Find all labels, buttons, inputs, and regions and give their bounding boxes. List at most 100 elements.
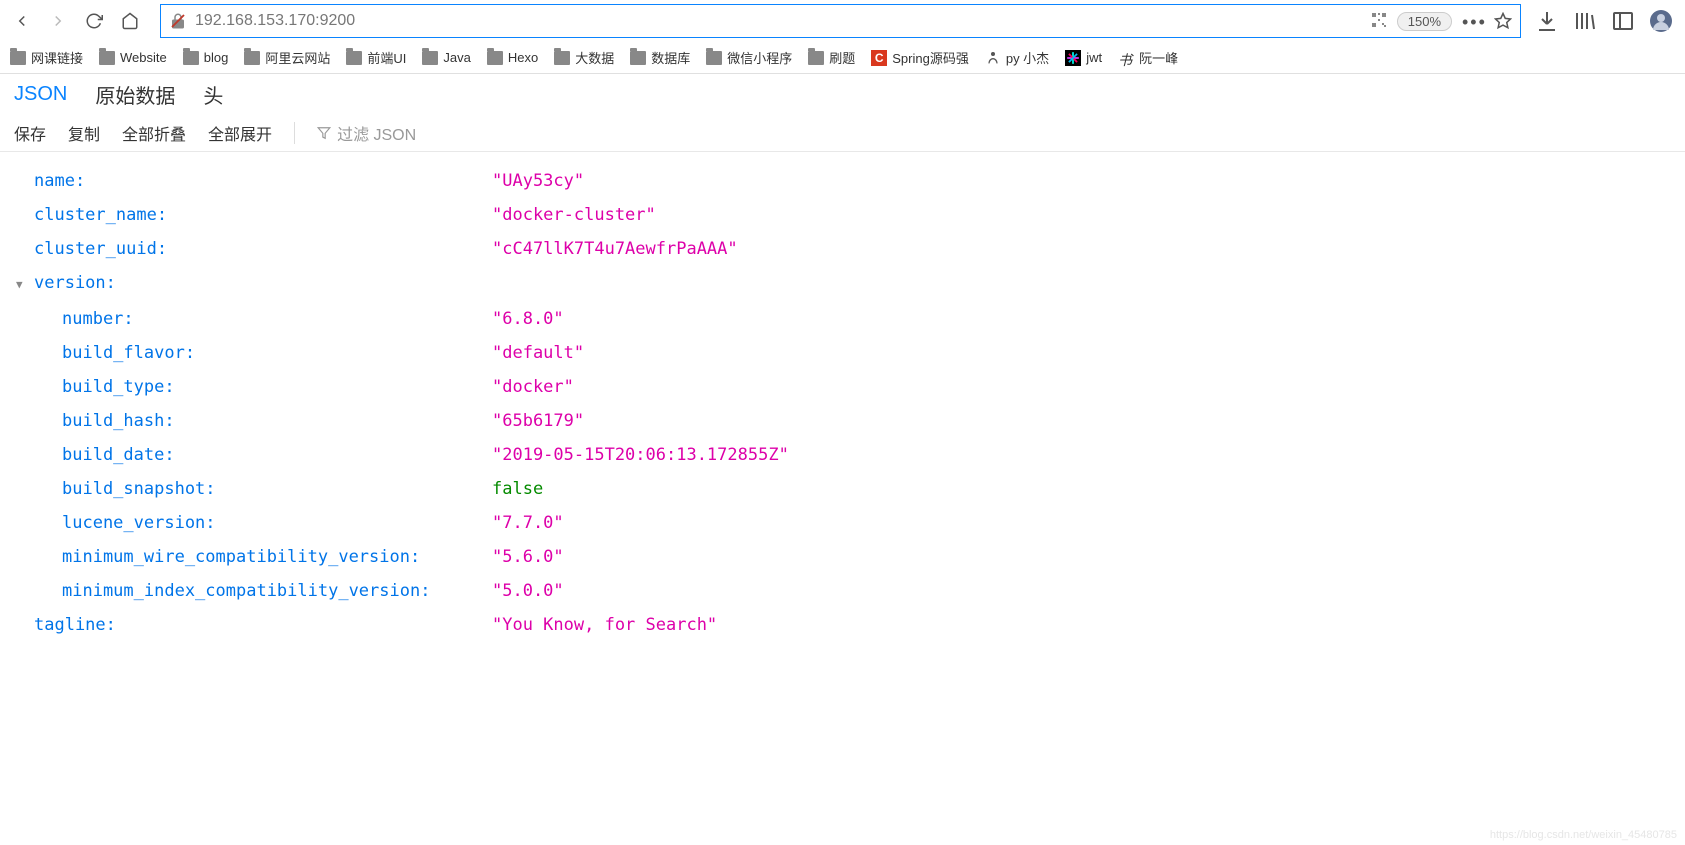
json-value[interactable]: "docker"	[492, 370, 574, 404]
copy-button[interactable]: 复制	[68, 121, 100, 145]
bookmark-item[interactable]: 大数据	[554, 48, 614, 67]
bookmark-label: 数据库	[651, 48, 690, 67]
json-row: cluster_uuid "cC47llK7T4u7AewfrPaAAA"	[14, 232, 1671, 266]
json-key[interactable]: name	[34, 164, 85, 198]
collapse-toggle-icon[interactable]: ▼	[16, 268, 30, 302]
bookmark-item[interactable]: 刷题	[808, 48, 855, 67]
json-key[interactable]: build_snapshot	[62, 472, 216, 506]
filter-placeholder: 过滤 JSON	[337, 121, 416, 145]
bookmark-label: py 小杰	[1006, 48, 1049, 67]
bookmark-item[interactable]: Java	[422, 50, 470, 65]
json-value[interactable]: "7.7.0"	[492, 506, 564, 540]
json-key[interactable]: version	[34, 266, 116, 300]
folder-icon	[706, 51, 722, 65]
bookmark-item[interactable]: Website	[99, 50, 167, 65]
json-key[interactable]: build_type	[62, 370, 175, 404]
json-key[interactable]: cluster_uuid	[34, 232, 167, 266]
bookmark-label: 前端UI	[367, 48, 406, 67]
bookmark-label: 阿里云网站	[265, 48, 330, 67]
bookmark-item[interactable]: 数据库	[630, 48, 690, 67]
json-key[interactable]: number	[62, 302, 134, 336]
json-row: tagline "You Know, for Search"	[14, 608, 1671, 642]
url-input[interactable]	[195, 12, 1363, 30]
save-button[interactable]: 保存	[14, 121, 46, 145]
library-icon[interactable]	[1573, 9, 1597, 33]
json-key[interactable]: minimum_index_compatibility_version	[62, 574, 430, 608]
json-value[interactable]: "You Know, for Search"	[492, 608, 717, 642]
json-key[interactable]: minimum_wire_compatibility_version	[62, 540, 420, 574]
bookmark-label: Spring源码强	[892, 48, 969, 67]
folder-icon	[10, 51, 26, 65]
page-actions-icon[interactable]: •••	[1462, 12, 1480, 30]
json-actions-toolbar: 保存 复制 全部折叠 全部展开 过滤 JSON	[0, 114, 1685, 152]
nav-toolbar: 150% •••	[0, 0, 1685, 42]
json-value[interactable]: "UAy53cy"	[492, 164, 584, 198]
folder-icon	[99, 51, 115, 65]
json-row: build_snapshot false	[14, 472, 1671, 506]
json-value[interactable]: "5.0.0"	[492, 574, 564, 608]
bookmarks-bar: 网课链接 Website blog 阿里云网站 前端UI Java Hexo 大数据 数据库 微信…	[0, 42, 1685, 74]
zoom-badge[interactable]: 150%	[1397, 12, 1452, 31]
json-key[interactable]: tagline	[34, 608, 116, 642]
viewer-tab[interactable]: 头	[203, 76, 223, 113]
json-row: ▼version	[14, 266, 1671, 302]
bookmark-label: Hexo	[508, 50, 538, 65]
bookmark-item[interactable]: 阿里云网站	[244, 48, 330, 67]
back-button[interactable]	[6, 5, 38, 37]
bookmark-label: 微信小程序	[727, 48, 792, 67]
profile-icon[interactable]	[1649, 9, 1673, 33]
folder-icon	[554, 51, 570, 65]
json-key[interactable]: build_hash	[62, 404, 175, 438]
json-key[interactable]: cluster_name	[34, 198, 167, 232]
collapse-all-button[interactable]: 全部折叠	[122, 121, 186, 145]
json-value[interactable]: "default"	[492, 336, 584, 370]
bookmark-star-icon[interactable]	[1494, 12, 1512, 30]
json-row: lucene_version "7.7.0"	[14, 506, 1671, 540]
expand-all-button[interactable]: 全部展开	[208, 121, 272, 145]
url-bar[interactable]: 150% •••	[160, 4, 1521, 38]
bookmark-label: 大数据	[575, 48, 614, 67]
qr-icon[interactable]	[1371, 12, 1387, 31]
json-value[interactable]: "docker-cluster"	[492, 198, 656, 232]
folder-icon	[808, 51, 824, 65]
sidebar-icon[interactable]	[1611, 9, 1635, 33]
home-button[interactable]	[114, 5, 146, 37]
json-value[interactable]: "2019-05-15T20:06:13.172855Z"	[492, 438, 789, 472]
json-value[interactable]: false	[492, 472, 543, 506]
json-row: build_hash "65b6179"	[14, 404, 1671, 438]
viewer-tab[interactable]: JSON	[14, 79, 67, 110]
bookmark-item[interactable]: blog	[183, 50, 229, 65]
json-row: name "UAy53cy"	[14, 164, 1671, 198]
bookmark-item[interactable]: 网课链接	[10, 48, 83, 67]
json-row: build_date "2019-05-15T20:06:13.172855Z"	[14, 438, 1671, 472]
bookmark-item[interactable]: jwt	[1065, 50, 1102, 66]
filter-icon	[317, 126, 331, 140]
json-key[interactable]: build_flavor	[62, 336, 195, 370]
json-row: minimum_wire_compatibility_version "5.6.0…	[14, 540, 1671, 574]
viewer-tab[interactable]: 原始数据	[95, 76, 175, 113]
bookmark-item[interactable]: Hexo	[487, 50, 538, 65]
json-value[interactable]: "6.8.0"	[492, 302, 564, 336]
reload-button[interactable]	[78, 5, 110, 37]
watermark: https://blog.csdn.net/weixin_45480785	[1490, 829, 1677, 841]
forward-button[interactable]	[42, 5, 74, 37]
bookmark-item[interactable]: CSpring源码强	[871, 48, 969, 67]
json-value[interactable]: "cC47llK7T4u7AewfrPaAAA"	[492, 232, 738, 266]
json-value[interactable]: "65b6179"	[492, 404, 584, 438]
json-key[interactable]: build_date	[62, 438, 175, 472]
bookmark-item[interactable]: py 小杰	[985, 48, 1049, 67]
insecure-icon	[169, 12, 187, 30]
folder-icon	[487, 51, 503, 65]
bookmark-item[interactable]: 前端UI	[346, 48, 406, 67]
json-key[interactable]: lucene_version	[62, 506, 216, 540]
json-value[interactable]: "5.6.0"	[492, 540, 564, 574]
favicon-icon	[985, 50, 1001, 66]
separator	[294, 122, 295, 144]
downloads-icon[interactable]	[1535, 9, 1559, 33]
bookmark-item[interactable]: 微信小程序	[706, 48, 792, 67]
filter-input[interactable]: 过滤 JSON	[317, 121, 416, 145]
json-row: build_type "docker"	[14, 370, 1671, 404]
json-row: minimum_index_compatibility_version "5.0.…	[14, 574, 1671, 608]
bookmark-item[interactable]: 书阮一峰	[1118, 48, 1178, 67]
folder-icon	[630, 51, 646, 65]
